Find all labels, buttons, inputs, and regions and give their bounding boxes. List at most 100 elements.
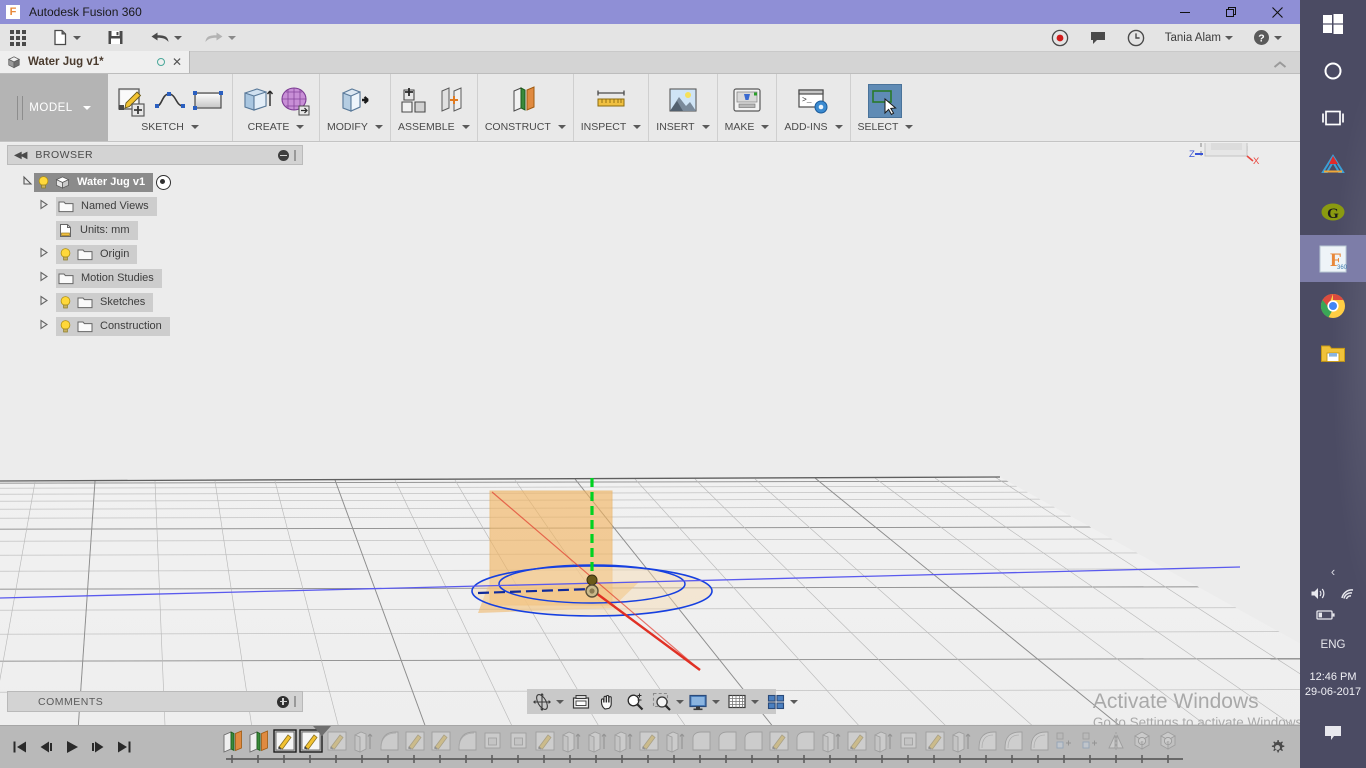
collapse-arrow-icon[interactable]	[37, 199, 51, 213]
undo-button[interactable]	[144, 24, 188, 52]
select-icon[interactable]	[868, 84, 903, 118]
history-button[interactable]	[1117, 24, 1155, 52]
taskbar-item-g-app[interactable]: G	[1300, 188, 1366, 235]
panel-resize-grip[interactable]	[294, 149, 296, 161]
joint-icon[interactable]	[436, 84, 470, 118]
zoom-window-button[interactable]	[650, 689, 686, 714]
user-menu[interactable]: Tania Alam	[1155, 24, 1243, 52]
taskbar-item-cortana[interactable]	[1300, 47, 1366, 94]
double-left-arrow-icon[interactable]: ◀◀	[14, 150, 27, 161]
create-form-icon[interactable]	[278, 84, 312, 118]
tree-row-named-views[interactable]: Named Views	[7, 196, 303, 216]
redo-button[interactable]	[198, 24, 242, 52]
rectangle-icon[interactable]	[191, 84, 225, 118]
minus-circle-icon[interactable]	[278, 149, 289, 161]
collapse-arrow-icon[interactable]	[37, 271, 51, 285]
close-button[interactable]	[1254, 0, 1300, 24]
press-pull-icon[interactable]	[338, 84, 372, 118]
expand-arrow-icon[interactable]	[20, 175, 34, 189]
battery-icon[interactable]	[1316, 609, 1336, 621]
eyeball-icon[interactable]	[156, 174, 172, 190]
ribbon-group-label-create[interactable]: CREATE	[248, 121, 305, 133]
tree-row-root[interactable]: Water Jug v1	[7, 172, 303, 192]
look-at-button[interactable]	[569, 689, 593, 714]
tree-item-origin[interactable]: Origin	[56, 244, 138, 264]
panel-resize-grip[interactable]	[294, 696, 296, 707]
ribbon-group-label-insert[interactable]: INSERT	[656, 121, 710, 133]
skip-to-end-icon[interactable]	[116, 739, 132, 755]
timeline-track[interactable]: e	[150, 725, 1300, 768]
ribbon-group-label-construct[interactable]: CONSTRUCT	[485, 121, 566, 133]
tree-row-units[interactable]: Units: mm	[7, 220, 303, 240]
taskbar-item-file-explorer[interactable]	[1300, 329, 1366, 376]
ribbon-group-label-assemble[interactable]: ASSEMBLE	[398, 121, 470, 133]
tree-item-construction[interactable]: Construction	[56, 316, 170, 336]
taskbar-item-chrome[interactable]	[1300, 282, 1366, 329]
comment-button[interactable]	[1079, 24, 1117, 52]
comments-panel[interactable]: COMMENTS	[7, 691, 303, 712]
save-button[interactable]	[101, 24, 130, 52]
workspace-selector[interactable]: MODEL	[0, 74, 108, 141]
collapse-arrow-icon[interactable]	[37, 319, 51, 333]
extrude-icon[interactable]	[240, 84, 274, 118]
tree-row-construction[interactable]: Construction	[7, 316, 303, 336]
gear-icon[interactable]	[1269, 739, 1286, 756]
tree-item-units[interactable]: Units: mm	[56, 220, 138, 240]
tree-item-named-views[interactable]: Named Views	[56, 196, 157, 216]
taskbar-item-task-view[interactable]	[1300, 94, 1366, 141]
plus-circle-icon[interactable]	[277, 695, 289, 708]
minimize-button[interactable]	[1162, 0, 1208, 24]
tray-expand-button[interactable]: ‹	[1300, 560, 1366, 582]
wifi-icon[interactable]	[1339, 586, 1356, 601]
offset-plane-icon[interactable]	[508, 84, 542, 118]
ribbon-collapse-button[interactable]	[1272, 60, 1300, 73]
zoom-button[interactable]	[623, 689, 647, 714]
record-button[interactable]	[1041, 24, 1079, 52]
ribbon-group-label-inspect[interactable]: INSPECT	[581, 121, 642, 133]
pan-button[interactable]	[596, 689, 620, 714]
taskbar-item-fusion360[interactable]: F 360	[1300, 235, 1366, 282]
play-icon[interactable]	[64, 739, 80, 755]
tree-row-origin[interactable]: Origin	[7, 244, 303, 264]
bulb-icon[interactable]	[58, 247, 73, 262]
close-icon[interactable]: ✕	[172, 56, 182, 68]
ribbon-group-label-sketch[interactable]: SKETCH	[141, 121, 199, 133]
bulb-icon[interactable]	[36, 175, 51, 190]
action-center-button[interactable]	[1300, 722, 1366, 744]
ribbon-group-label-make[interactable]: MAKE	[725, 121, 770, 133]
skip-to-start-icon[interactable]	[12, 739, 28, 755]
document-tab[interactable]: Water Jug v1* ✕	[0, 51, 190, 73]
app-grid-button[interactable]	[0, 24, 32, 52]
step-back-icon[interactable]	[38, 739, 54, 755]
grid-snaps-button[interactable]	[725, 689, 761, 714]
tree-item-water-jug[interactable]: Water Jug v1	[34, 172, 154, 192]
insert-image-icon[interactable]	[666, 84, 700, 118]
view-cube[interactable]: RIGHT Y Z X	[1183, 143, 1275, 173]
create-sketch-icon[interactable]	[115, 84, 149, 118]
viewports-button[interactable]	[764, 689, 800, 714]
help-menu[interactable]: ?	[1243, 24, 1292, 52]
bulb-icon[interactable]	[58, 295, 73, 310]
spline-icon[interactable]	[153, 84, 187, 118]
ribbon-group-label-modify[interactable]: MODIFY	[327, 121, 383, 133]
measure-icon[interactable]	[594, 84, 628, 118]
volume-icon[interactable]	[1310, 586, 1327, 601]
display-settings-button[interactable]	[686, 689, 722, 714]
sync-circle-icon[interactable]	[156, 58, 165, 66]
tree-item-motion-studies[interactable]: Motion Studies	[56, 268, 162, 288]
orbit-button[interactable]	[530, 689, 566, 714]
ribbon-drag-grip[interactable]	[17, 95, 24, 120]
file-menu-button[interactable]	[46, 24, 87, 52]
tree-row-sketches[interactable]: Sketches	[7, 292, 303, 312]
taskbar-item-autodesk[interactable]	[1300, 141, 1366, 188]
3d-print-icon[interactable]	[730, 84, 764, 118]
ribbon-group-label-select[interactable]: SELECT	[858, 121, 914, 133]
collapse-arrow-icon[interactable]	[37, 247, 51, 261]
clock[interactable]: 12:46 PM 29-06-2017	[1305, 670, 1361, 700]
new-component-icon[interactable]	[398, 84, 432, 118]
collapse-arrow-icon[interactable]	[37, 295, 51, 309]
restore-button[interactable]	[1208, 0, 1254, 24]
taskbar-item-start[interactable]	[1300, 0, 1366, 47]
language-indicator[interactable]: ENG	[1300, 634, 1366, 656]
ribbon-group-label-addins[interactable]: ADD-INS	[784, 121, 843, 133]
